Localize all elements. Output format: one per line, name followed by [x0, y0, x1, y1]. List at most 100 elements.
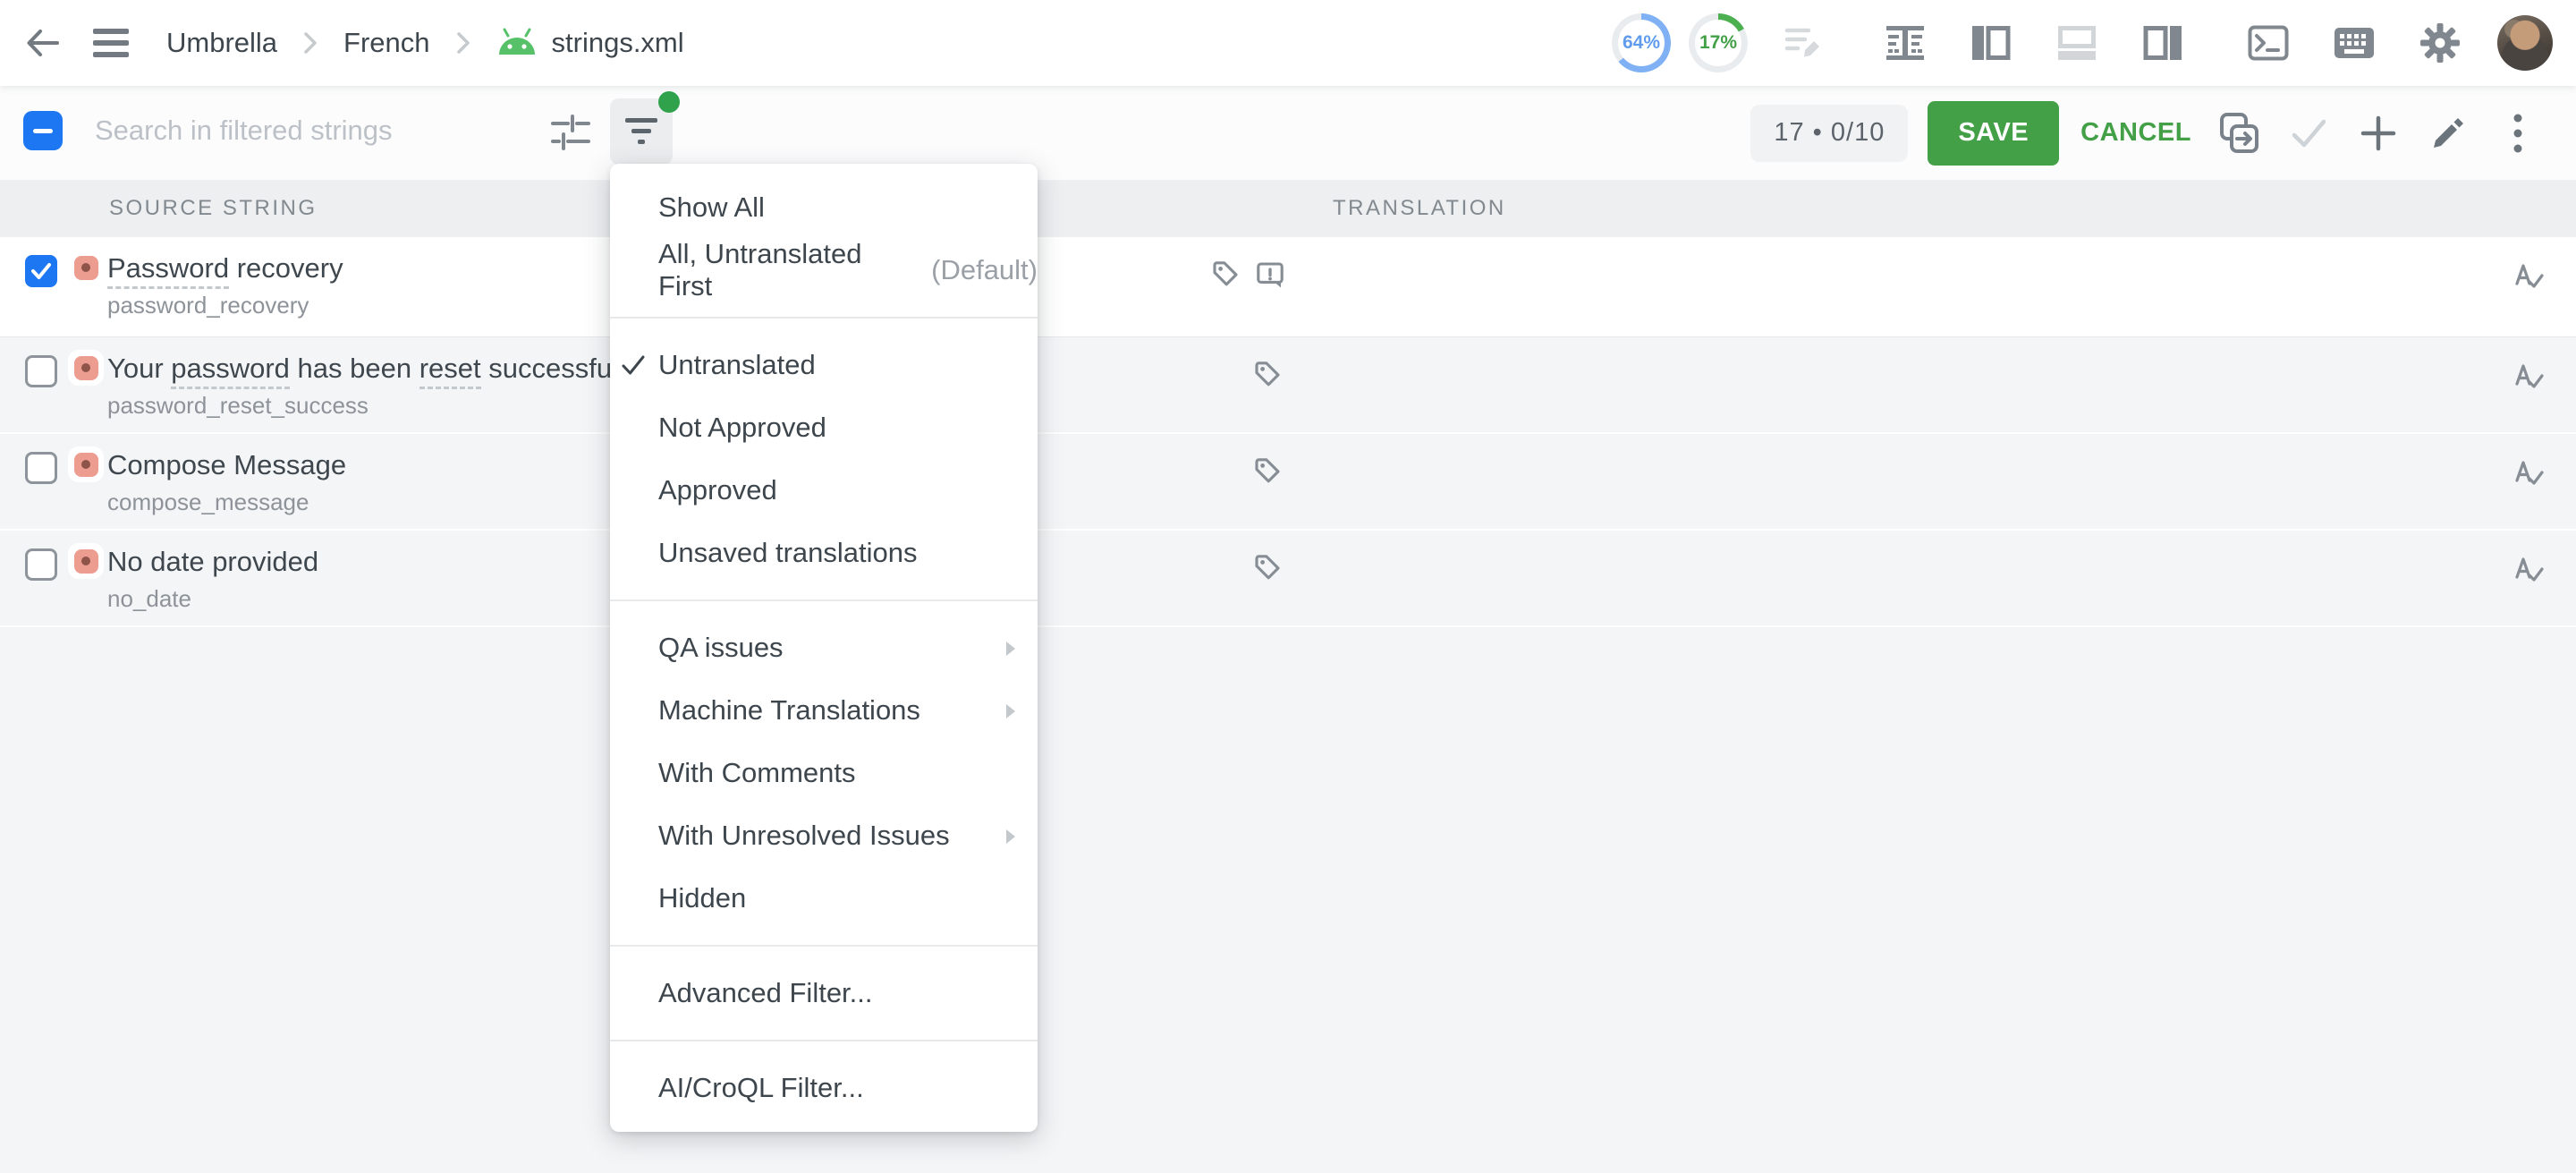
filter-icon [623, 116, 659, 147]
string-status-icon [68, 250, 104, 285]
filter-active-badge [658, 91, 680, 113]
breadcrumb-project[interactable]: Umbrella [166, 27, 277, 59]
top-bar: Umbrella French strings.xml 64% [0, 0, 2576, 86]
breadcrumb: Umbrella French strings.xml [166, 27, 684, 59]
filter-menu-item[interactable]: AI/CroQL Filter... [610, 1057, 1038, 1119]
filter-menu-item[interactable]: With Unresolved Issues [610, 804, 1038, 867]
menu-divider [610, 945, 1038, 947]
indeterminate-mark [33, 129, 53, 133]
source-string-text: No date provided [107, 543, 318, 581]
right-panel-view-button[interactable] [2120, 0, 2206, 86]
breadcrumb-file[interactable]: strings.xml [496, 27, 684, 59]
string-key: password_reset_success [107, 387, 644, 423]
back-button[interactable] [7, 0, 79, 86]
filter-menu-item[interactable]: QA issues [610, 616, 1038, 679]
submenu-arrow-icon [1004, 702, 1018, 720]
row-checkbox[interactable] [25, 548, 57, 581]
android-file-icon [496, 28, 538, 58]
tag-icon [1209, 259, 1241, 291]
string-row[interactable]: No date provided no_date [0, 531, 2576, 627]
breadcrumb-language[interactable]: French [343, 27, 429, 59]
row-checkbox[interactable] [25, 452, 57, 484]
source-string-text: Your password has been reset successfull… [107, 350, 644, 387]
filter-menu-item[interactable]: Not Approved [610, 396, 1038, 459]
approve-button[interactable] [2274, 90, 2343, 176]
filter-menu-item-label: AI/CroQL Filter... [658, 1072, 864, 1104]
approve-translation-icon[interactable] [2508, 259, 2547, 298]
source-string-text: Password recovery [107, 250, 343, 287]
editor-toolbar: 17 • 0/10 SAVE CANCEL [0, 86, 2576, 180]
string-key: no_date [107, 581, 318, 616]
filter-menu-item-label: Machine Translations [658, 694, 920, 727]
copy-source-button[interactable] [2204, 90, 2274, 176]
check-icon [28, 258, 55, 285]
save-button[interactable]: SAVE [1928, 101, 2059, 166]
filter-menu-item[interactable]: Show All [610, 176, 1038, 239]
search-input[interactable] [95, 104, 560, 157]
keyboard-shortcuts-button[interactable] [2311, 0, 2397, 86]
menu-divider [610, 1040, 1038, 1041]
submenu-arrow-icon [1004, 828, 1018, 846]
filter-menu-item[interactable]: Approved [610, 459, 1038, 522]
terminal-icon [2248, 25, 2289, 61]
select-all-checkbox[interactable] [23, 111, 63, 150]
settings-button[interactable] [2397, 0, 2483, 86]
submenu-arrow-icon [1004, 640, 1018, 658]
filter-menu-item-label: Advanced Filter... [658, 977, 873, 1009]
approve-translation-icon[interactable] [2508, 552, 2547, 591]
console-button[interactable] [2225, 0, 2311, 86]
filter-menu-item[interactable]: Machine Translations [610, 679, 1038, 742]
menu-divider [610, 317, 1038, 319]
string-row[interactable]: Password recovery password_recovery [0, 237, 2576, 337]
left-panel-view-icon [1971, 25, 2011, 61]
row-checkbox[interactable] [25, 255, 57, 287]
table-header: SOURCE STRING TRANSLATION [0, 180, 2576, 237]
filter-menu-item[interactable]: With Comments [610, 742, 1038, 804]
plus-icon [2359, 114, 2398, 153]
bottom-panel-view-button[interactable] [2034, 0, 2120, 86]
proofread-mode-button[interactable] [1760, 0, 1846, 86]
hamburger-icon [91, 27, 131, 59]
approve-translation-icon[interactable] [2508, 455, 2547, 495]
filter-menu-item-label: Approved [658, 474, 777, 506]
string-row[interactable]: Compose Message compose_message [0, 434, 2576, 531]
copy-icon [2217, 112, 2260, 155]
filter-menu-item[interactable]: Advanced Filter... [610, 962, 1038, 1024]
right-panel-view-icon [2143, 25, 2182, 61]
bottom-panel-view-icon [2057, 25, 2097, 61]
side-by-side-view-button[interactable] [1862, 0, 1948, 86]
filter-menu-item[interactable]: All, Untranslated First (Default) [610, 239, 1038, 302]
menu-toggle-button[interactable] [79, 0, 143, 86]
filter-menu-item[interactable]: Untranslated [610, 334, 1038, 396]
cancel-button[interactable]: CANCEL [2080, 118, 2191, 148]
filter-dropdown-menu: Show All All, Untranslated First (Defaul… [610, 164, 1038, 1132]
kebab-menu-icon [2512, 113, 2523, 154]
edit-string-button[interactable] [2413, 90, 2483, 176]
filter-menu-item-label: Untranslated [658, 349, 816, 381]
left-panel-view-button[interactable] [1948, 0, 2034, 86]
tag-icon [1251, 552, 1284, 584]
translated-progress-label: 64% [1623, 32, 1660, 54]
translated-progress-ring: 64% [1612, 13, 1671, 72]
menu-divider [610, 599, 1038, 601]
add-string-button[interactable] [2343, 90, 2413, 176]
filter-menu-item[interactable]: Hidden [610, 867, 1038, 930]
approve-translation-icon[interactable] [2508, 359, 2547, 398]
filter-menu-item[interactable]: Unsaved translations [610, 522, 1038, 584]
comment-issue-icon [1254, 259, 1286, 291]
user-avatar[interactable] [2497, 15, 2553, 71]
filter-menu-item-label: With Unresolved Issues [658, 820, 950, 852]
sliders-icon [550, 112, 591, 153]
string-row[interactable]: Your password has been reset successfull… [0, 337, 2576, 434]
back-arrow-icon [23, 23, 63, 63]
column-translation: TRANSLATION [1333, 196, 1506, 221]
checkmark-icon [2287, 114, 2330, 153]
filter-button[interactable] [610, 98, 673, 165]
keyboard-icon [2334, 27, 2375, 59]
more-actions-button[interactable] [2483, 90, 2553, 176]
chevron-right-icon [299, 30, 322, 56]
string-counter-badge: 17 • 0/10 [1750, 105, 1908, 162]
settings-gear-icon [2419, 22, 2461, 64]
row-checkbox[interactable] [25, 355, 57, 387]
search-settings-button[interactable] [542, 102, 599, 163]
